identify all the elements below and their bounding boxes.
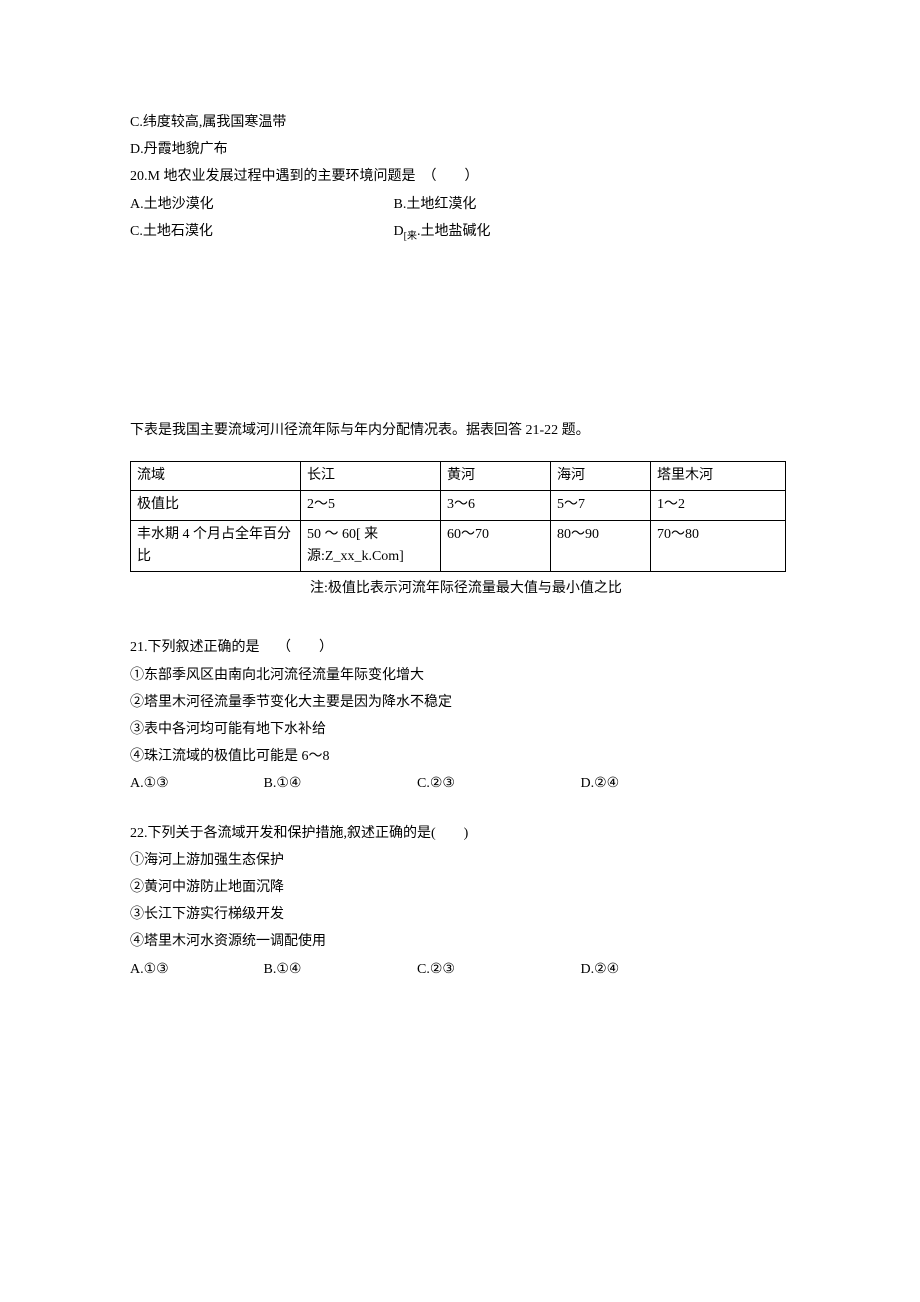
table-row: 极值比 2～5 3～6 5～7 1～2 — [131, 491, 786, 520]
q22-statement-2: ②黄河中游防止地面沉降 — [130, 875, 790, 900]
q22-stem: 22.下列关于各流域开发和保护措施,叙述正确的是( ) — [130, 821, 790, 846]
q20-optD-rest: .土地盐碱化 — [417, 224, 491, 239]
r2-label: 丰水期 4 个月占全年百分比 — [131, 520, 301, 572]
r1-tarim: 1～2 — [651, 491, 786, 520]
table-note: 注:极值比表示河流年际径流量最大值与最小值之比 — [130, 576, 790, 601]
table-row: 流域 长江 黄河 海河 塔里木河 — [131, 461, 786, 490]
r1-huanghe: 3～6 — [441, 491, 551, 520]
q20-option-a: A.土地沙漠化 — [130, 192, 390, 217]
th-changjiang: 长江 — [301, 461, 441, 490]
q22-option-d: D.②④ — [581, 957, 620, 982]
q22-statement-4: ④塔里木河水资源统一调配使用 — [130, 929, 790, 954]
th-tarim: 塔里木河 — [651, 461, 786, 490]
r2-huanghe: 60～70 — [441, 520, 551, 572]
q22-statement-3: ③长江下游实行梯级开发 — [130, 902, 790, 927]
q20-optD-letter: D — [394, 224, 404, 239]
th-basin: 流域 — [131, 461, 301, 490]
runoff-table: 流域 长江 黄河 海河 塔里木河 极值比 2～5 3～6 5～7 1～2 丰水期… — [130, 461, 786, 573]
q21-stem: 21.下列叙述正确的是 （ ） — [130, 635, 790, 660]
q19-option-d: D.丹霞地貌广布 — [130, 137, 790, 162]
r1-changjiang: 2～5 — [301, 491, 441, 520]
q22-option-c: C.②③ — [417, 957, 577, 982]
q19-option-c: C.纬度较高,属我国寒温带 — [130, 110, 790, 135]
q21-statement-3: ③表中各河均可能有地下水补给 — [130, 717, 790, 742]
q21-option-d: D.②④ — [581, 771, 620, 796]
q22-statement-1: ①海河上游加强生态保护 — [130, 848, 790, 873]
q22-option-b: B.①④ — [264, 957, 414, 982]
q20-option-d: D[来.土地盐碱化 — [394, 219, 491, 246]
q21-statement-1: ①东部季风区由南向北河流径流量年际变化增大 — [130, 663, 790, 688]
q21-statement-4: ④珠江流域的极值比可能是 6～8 — [130, 744, 790, 769]
table-intro: 下表是我国主要流域河川径流年际与年内分配情况表。据表回答 21-22 题。 — [130, 418, 790, 443]
r2-changjiang: 50 ～ 60[ 来源:Z_xx_k.Com] — [301, 520, 441, 572]
q21-option-b: B.①④ — [264, 771, 414, 796]
r2-haihe: 80～90 — [551, 520, 651, 572]
table-row: 丰水期 4 个月占全年百分比 50 ～ 60[ 来源:Z_xx_k.Com] 6… — [131, 520, 786, 572]
q21-option-c: C.②③ — [417, 771, 577, 796]
q22-option-a: A.①③ — [130, 957, 260, 982]
q20-option-b: B.土地红漠化 — [394, 192, 477, 217]
r1-haihe: 5～7 — [551, 491, 651, 520]
r2-tarim: 70～80 — [651, 520, 786, 572]
th-haihe: 海河 — [551, 461, 651, 490]
q21-statement-2: ②塔里木河径流量季节变化大主要是因为降水不稳定 — [130, 690, 790, 715]
q20-option-c: C.土地石漠化 — [130, 219, 390, 244]
q21-option-a: A.①③ — [130, 771, 260, 796]
q20-stem: 20.M 地农业发展过程中遇到的主要环境问题是 （ ） — [130, 164, 790, 189]
r1-label: 极值比 — [131, 491, 301, 520]
q20-optD-sub: [来 — [404, 231, 417, 242]
th-huanghe: 黄河 — [441, 461, 551, 490]
